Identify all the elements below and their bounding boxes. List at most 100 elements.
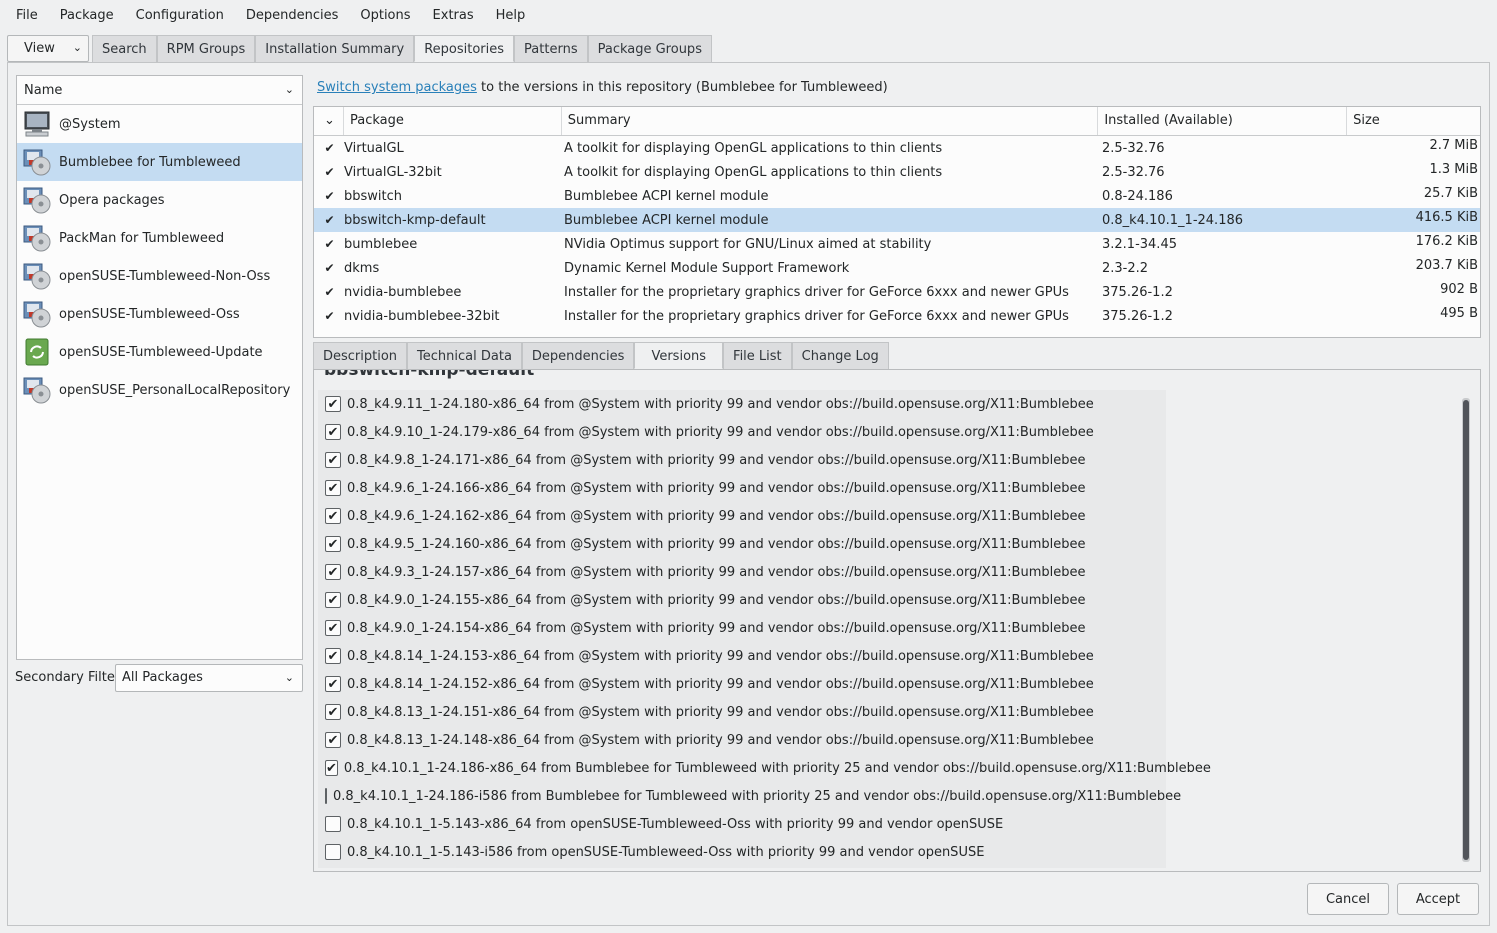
- secondary-filter-select[interactable]: All Packages ⌄: [115, 664, 303, 692]
- package-checkbox[interactable]: ✔: [323, 213, 336, 227]
- repository-name: openSUSE-Tumbleweed-Oss: [59, 306, 240, 322]
- column-header-package[interactable]: Package: [344, 107, 562, 135]
- menu-file[interactable]: File: [5, 0, 49, 31]
- package-row[interactable]: ✔ VirtualGL A toolkit for displaying OpenG…: [314, 136, 1480, 160]
- menu-extras[interactable]: Extras: [422, 0, 485, 31]
- version-checkbox[interactable]: ✔: [325, 536, 341, 552]
- tab-rpm-groups[interactable]: RPM Groups: [156, 35, 256, 62]
- version-item[interactable]: ✔ 0.8_k4.9.6_1-24.166-x86_64 from @System…: [318, 474, 1166, 502]
- tab-description[interactable]: Description: [313, 342, 408, 369]
- package-checkbox[interactable]: ✔: [323, 141, 336, 155]
- version-checkbox[interactable]: ✔: [325, 760, 338, 776]
- view-button[interactable]: View ⌄: [7, 35, 89, 62]
- version-checkbox[interactable]: [325, 816, 341, 832]
- menu-options[interactable]: Options: [349, 0, 421, 31]
- tab-repositories[interactable]: Repositories: [414, 35, 515, 62]
- version-item[interactable]: ✔ 0.8_k4.9.0_1-24.155-x86_64 from @System…: [318, 586, 1166, 614]
- cancel-button[interactable]: Cancel: [1307, 883, 1389, 915]
- version-item[interactable]: ✔ 0.8_k4.8.14_1-24.153-x86_64 from @Syste…: [318, 642, 1166, 670]
- package-name: nvidia-bumblebee: [344, 284, 462, 300]
- version-item[interactable]: ✔ 0.8_k4.9.11_1-24.180-x86_64 from @Syste…: [318, 390, 1166, 418]
- repository-item[interactable]: @System: [17, 105, 302, 143]
- version-item[interactable]: ✔ 0.8_k4.9.6_1-24.162-x86_64 from @System…: [318, 502, 1166, 530]
- version-checkbox[interactable]: [325, 788, 327, 804]
- versions-scrollbar-thumb[interactable]: [1463, 400, 1469, 860]
- menu-dependencies[interactable]: Dependencies: [235, 0, 350, 31]
- version-item[interactable]: ✔ 0.8_k4.9.5_1-24.160-x86_64 from @System…: [318, 530, 1166, 558]
- tab-change-log[interactable]: Change Log: [791, 342, 889, 369]
- column-header-summary[interactable]: Summary: [562, 107, 1099, 135]
- repository-name: Opera packages: [59, 192, 165, 208]
- repository-item[interactable]: PackMan for Tumbleweed: [17, 219, 302, 257]
- version-item[interactable]: ✔ 0.8_k4.9.3_1-24.157-x86_64 from @System…: [318, 558, 1166, 586]
- version-item[interactable]: ✔ 0.8_k4.9.10_1-24.179-x86_64 from @Syste…: [318, 418, 1166, 446]
- repository-item[interactable]: openSUSE_PersonalLocalRepository: [17, 371, 302, 409]
- version-checkbox[interactable]: ✔: [325, 452, 341, 468]
- version-checkbox[interactable]: ✔: [325, 592, 341, 608]
- tab-installation-summary[interactable]: Installation Summary: [255, 35, 415, 62]
- package-checkbox[interactable]: ✔: [323, 237, 336, 251]
- repository-name: Bumblebee for Tumbleweed: [59, 154, 241, 170]
- version-checkbox[interactable]: ✔: [325, 508, 341, 524]
- version-checkbox[interactable]: ✔: [325, 564, 341, 580]
- select-all-chevron-icon[interactable]: ⌄: [314, 107, 344, 135]
- tab-technical-data[interactable]: Technical Data: [407, 342, 522, 369]
- version-checkbox[interactable]: ✔: [325, 676, 341, 692]
- package-row[interactable]: ✔ bbswitch-kmp-default Bumblebee ACPI kern…: [314, 208, 1480, 232]
- version-item[interactable]: ✔ 0.8_k4.9.8_1-24.171-x86_64 from @System…: [318, 446, 1166, 474]
- tab-package-groups[interactable]: Package Groups: [587, 35, 712, 62]
- version-checkbox[interactable]: ✔: [325, 704, 341, 720]
- version-item[interactable]: 0.8_k4.10.1_1-5.143-x86_64 from openSUSE…: [318, 810, 1166, 838]
- switch-system-packages-link[interactable]: Switch system packages: [317, 80, 477, 95]
- repository-item[interactable]: Bumblebee for Tumbleweed: [17, 143, 302, 181]
- package-summary: Bumblebee ACPI kernel module: [564, 212, 769, 228]
- repository-list-header[interactable]: Name ⌄: [17, 76, 302, 105]
- column-header-size[interactable]: Size: [1347, 107, 1480, 135]
- package-row[interactable]: ✔ bbswitch Bumblebee ACPI kernel module 0.8…: [314, 184, 1480, 208]
- package-row[interactable]: ✔ VirtualGL-32bit A toolkit for displaying…: [314, 160, 1480, 184]
- repository-item[interactable]: openSUSE-Tumbleweed-Update: [17, 333, 302, 371]
- package-checkbox[interactable]: ✔: [323, 261, 336, 275]
- version-item[interactable]: ✔ 0.8_k4.9.0_1-24.154-x86_64 from @System…: [318, 614, 1166, 642]
- switch-line-text: to the versions in this repository (Bumb…: [476, 80, 888, 95]
- tab-versions[interactable]: Versions: [634, 342, 724, 369]
- accept-button[interactable]: Accept: [1397, 883, 1479, 915]
- version-checkbox[interactable]: ✔: [325, 480, 341, 496]
- repository-item[interactable]: openSUSE-Tumbleweed-Oss: [17, 295, 302, 333]
- package-name: bbswitch: [344, 188, 403, 204]
- tab-search[interactable]: Search: [92, 35, 157, 62]
- package-checkbox[interactable]: ✔: [323, 309, 336, 323]
- repository-item[interactable]: openSUSE-Tumbleweed-Non-Oss: [17, 257, 302, 295]
- package-row[interactable]: ✔ dkms Dynamic Kernel Module Support Frame…: [314, 256, 1480, 280]
- menu-package[interactable]: Package: [49, 0, 125, 31]
- version-checkbox[interactable]: [325, 844, 341, 860]
- package-checkbox[interactable]: ✔: [323, 285, 336, 299]
- version-item[interactable]: ✔ 0.8_k4.8.13_1-24.151-x86_64 from @Syste…: [318, 698, 1166, 726]
- version-item[interactable]: ✔ 0.8_k4.8.14_1-24.152-x86_64 from @Syste…: [318, 670, 1166, 698]
- column-header-installed[interactable]: Installed (Available): [1098, 107, 1348, 135]
- menu-configuration[interactable]: Configuration: [125, 0, 235, 31]
- version-item[interactable]: 0.8_k4.10.1_1-24.186-i586 from Bumblebee…: [318, 782, 1181, 810]
- version-checkbox[interactable]: ✔: [325, 732, 341, 748]
- version-checkbox[interactable]: ✔: [325, 620, 341, 636]
- repository-item[interactable]: Opera packages: [17, 181, 302, 219]
- tab-file-list[interactable]: File List: [723, 342, 792, 369]
- tab-patterns[interactable]: Patterns: [514, 35, 588, 62]
- package-row[interactable]: ✔ nvidia-bumblebee Installer for the propr…: [314, 280, 1480, 304]
- package-size: 203.7 KiB: [1415, 257, 1478, 273]
- chevron-down-icon: ⌄: [284, 671, 294, 684]
- version-checkbox[interactable]: ✔: [325, 648, 341, 664]
- package-row[interactable]: ✔ bumblebee NVidia Optimus support for GNU…: [314, 232, 1480, 256]
- package-row[interactable]: ✔ nvidia-bumblebee-32bit Installer for the…: [314, 304, 1480, 328]
- version-item[interactable]: 0.8_k4.10.1_1-5.143-i586 from openSUSE-T…: [318, 838, 1166, 866]
- version-item[interactable]: ✔ 0.8_k4.10.1_1-24.186-x86_64 from Bumble…: [318, 754, 1211, 782]
- package-summary: A toolkit for displaying OpenGL applicat…: [564, 164, 943, 180]
- version-checkbox[interactable]: ✔: [325, 424, 341, 440]
- package-checkbox[interactable]: ✔: [323, 189, 336, 203]
- versions-package-title: bbswitch-kmp-default: [324, 369, 535, 380]
- tab-dependencies[interactable]: Dependencies: [521, 342, 635, 369]
- version-checkbox[interactable]: ✔: [325, 396, 341, 412]
- menu-help[interactable]: Help: [485, 0, 537, 31]
- version-item[interactable]: ✔ 0.8_k4.8.13_1-24.148-x86_64 from @Syste…: [318, 726, 1166, 754]
- package-checkbox[interactable]: ✔: [323, 165, 336, 179]
